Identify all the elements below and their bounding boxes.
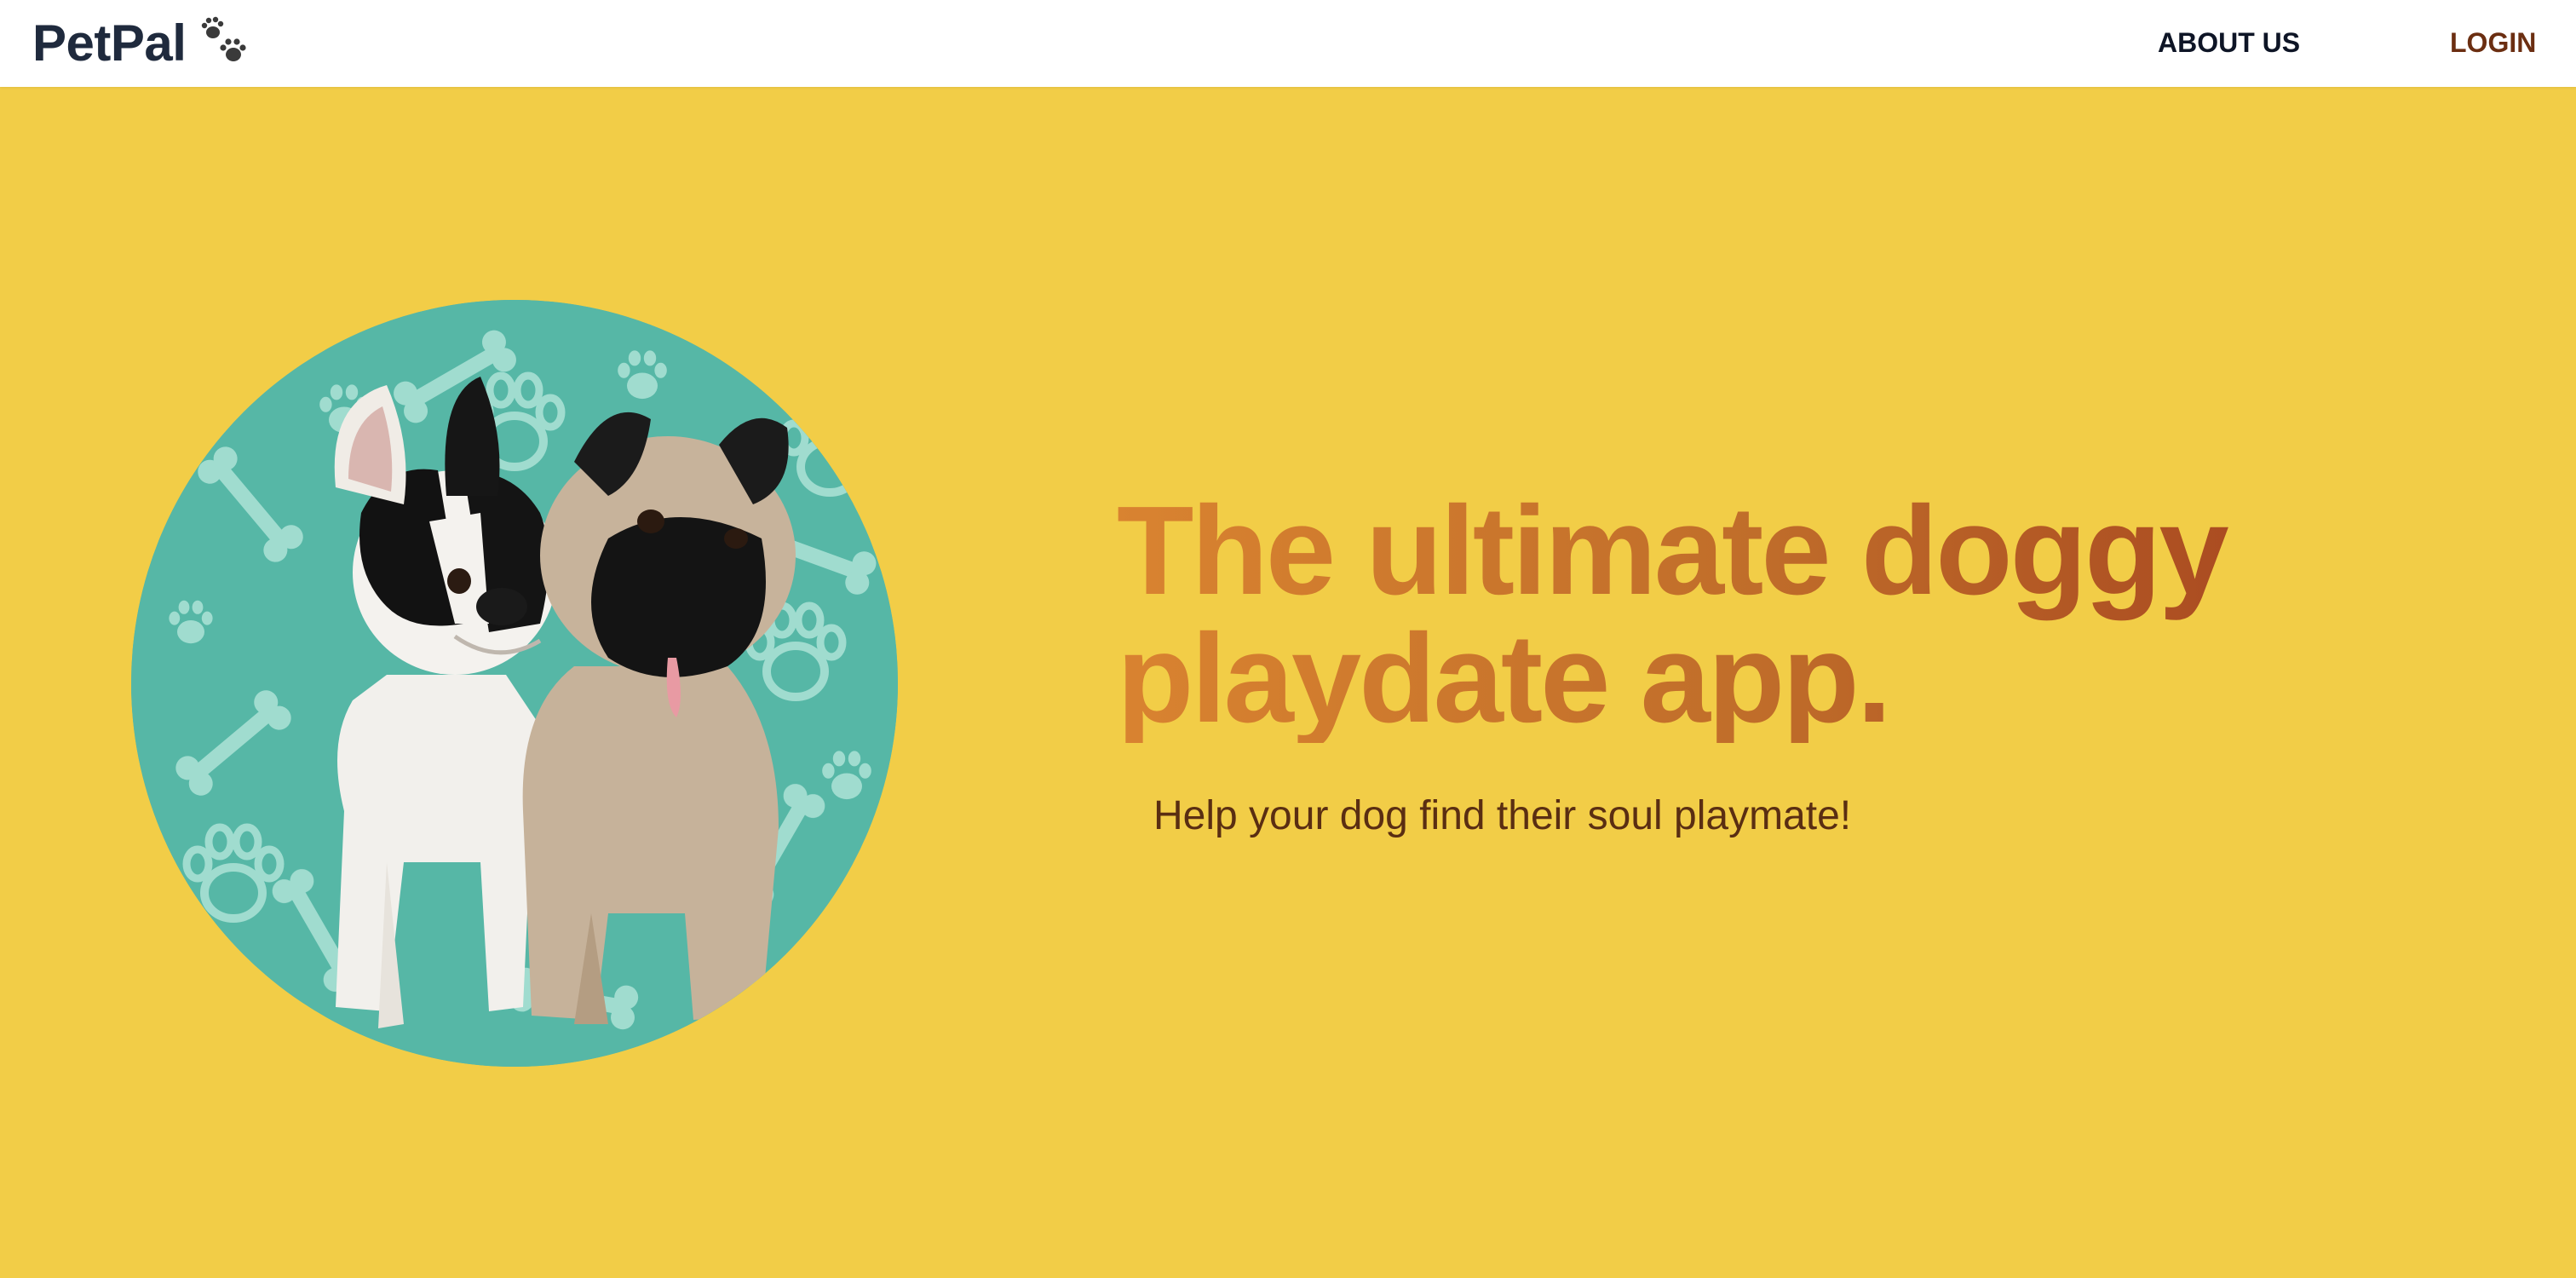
brand-name: PetPal: [32, 14, 187, 72]
top-navbar: PetPal ABOUT US LOGIN: [0, 0, 2576, 87]
hero-tagline: Help your dog find their soul playmate!: [1153, 793, 1852, 838]
hero-headline: The ultimate doggy playdate app.: [1117, 487, 2395, 743]
dogs-illustration: [131, 300, 898, 1067]
brand-logo-link[interactable]: PetPal: [32, 12, 252, 73]
hero-dogs-image: [131, 300, 898, 1067]
about-us-link[interactable]: ABOUT US: [2158, 22, 2300, 63]
login-link[interactable]: LOGIN: [2450, 22, 2536, 63]
paw-icon: [198, 15, 252, 70]
hero-section: The ultimate doggy playdate app. Help yo…: [0, 87, 2576, 1278]
